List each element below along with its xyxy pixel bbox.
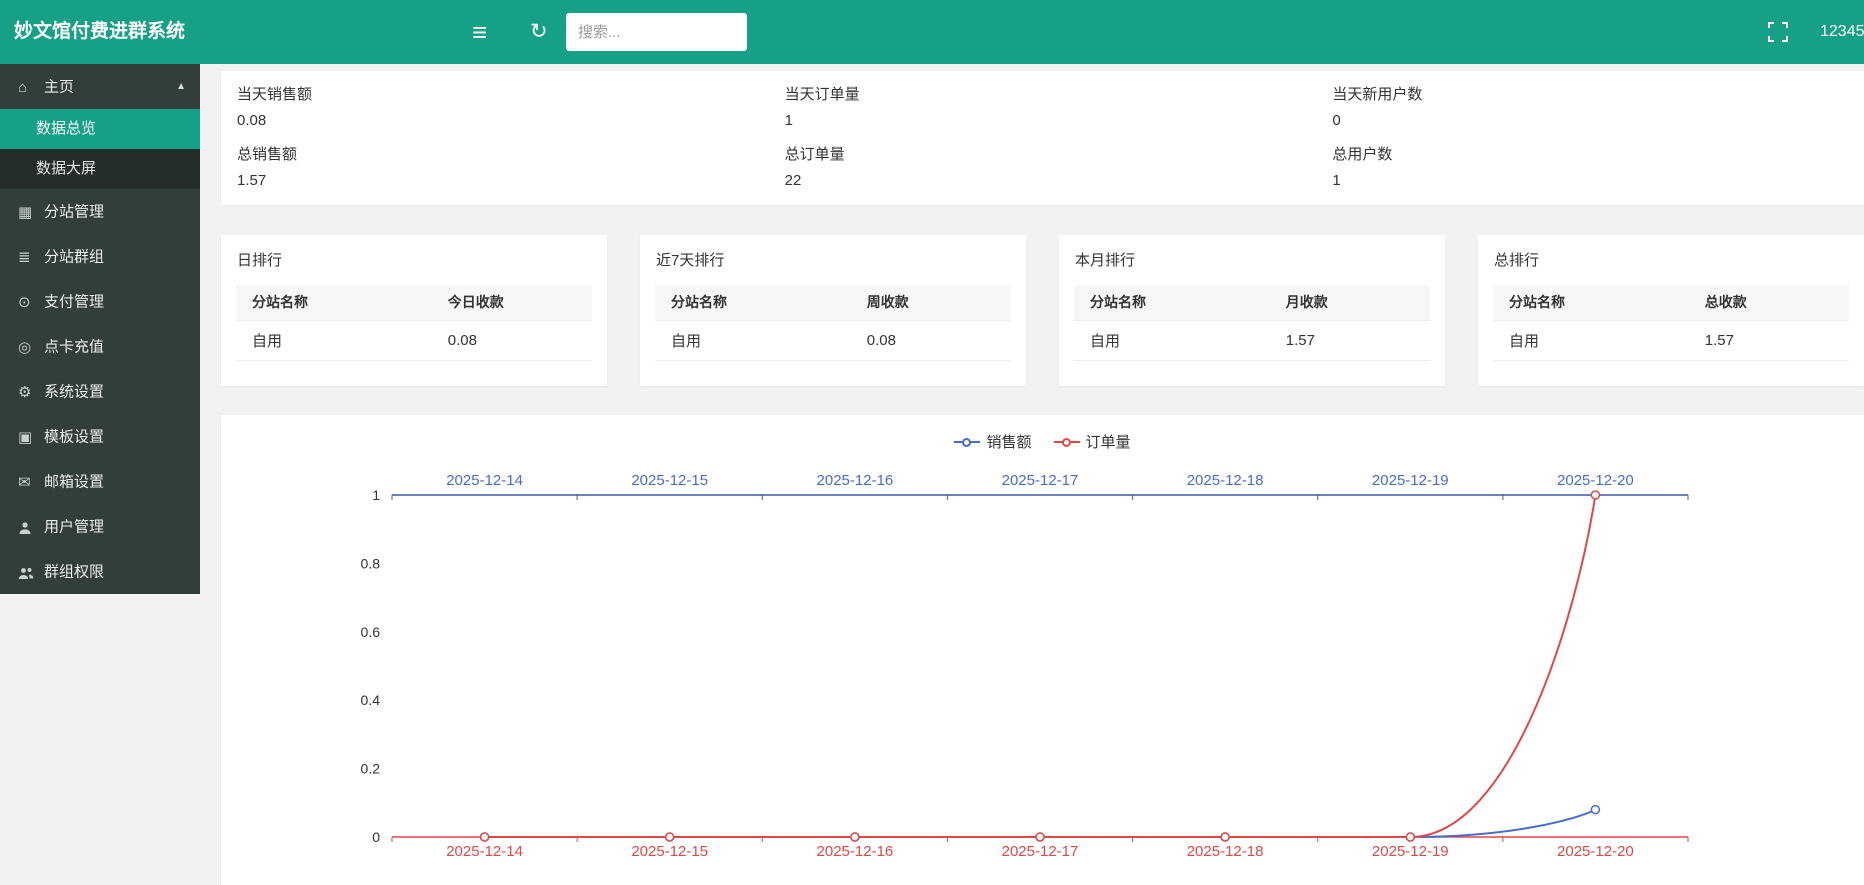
stats-summary-card: 当天销售额 0.08 当天订单量 1 当天新用户数 0 总销售额 1.57 总订… [221,71,1864,205]
mail-icon: ✉ [18,460,44,505]
legend-item-0[interactable]: 销售额 [954,431,1031,452]
table-row[interactable]: 自用0.08 [655,320,1011,360]
sidebar-item-user-management[interactable]: 用户管理 [0,504,200,549]
svg-text:2025-12-17: 2025-12-17 [1002,843,1079,860]
svg-text:2025-12-18: 2025-12-18 [1187,843,1264,860]
svg-text:0: 0 [372,829,380,845]
ranking-row: 日排行 分站名称今日收款 自用0.08 近7天排行 分站名称周收款 自用0.08… [221,235,1864,386]
sales-orders-chart-card: 销售额 订单量 0 0.2 0.4 0.6 0.8 1 2025-12-14 2025-12-1… [221,415,1864,885]
username[interactable]: 12345 [1820,0,1864,64]
group-list-icon: ≣ [18,235,44,280]
menu-toggle-icon[interactable]: ≡ [472,0,487,64]
chart-legend: 销售额 订单量 [221,431,1864,452]
card-recharge-icon: ◎ [18,325,44,370]
ranking-table-daily: 分站名称今日收款 自用0.08 [236,285,592,361]
sidebar-item-substation-groups[interactable]: ≣分站群组 [0,234,200,279]
ranking-card-daily: 日排行 分站名称今日收款 自用0.08 [221,235,607,386]
svg-text:0.6: 0.6 [361,624,381,640]
stat-total-sales: 总销售额 1.57 [221,146,769,190]
legend-marker-icon [1054,441,1080,443]
chevron-up-icon: ▲ [176,64,186,109]
main-content: 当天销售额 0.08 当天订单量 1 当天新用户数 0 总销售额 1.57 总订… [221,71,1864,885]
app-title: 妙文馆付费进群系统 [14,0,185,64]
table-row[interactable]: 自用1.57 [1493,320,1849,360]
stat-today-sales: 当天销售额 0.08 [221,86,769,130]
ranking-table-total: 分站名称总收款 自用1.57 [1493,285,1849,361]
refresh-icon[interactable]: ↻ [530,0,548,64]
svg-text:2025-12-15: 2025-12-15 [631,472,708,489]
svg-text:2025-12-16: 2025-12-16 [817,472,894,489]
payment-icon: ⊙ [18,280,44,325]
svg-text:1: 1 [372,487,380,503]
sidebar-item-data-overview[interactable]: 数据总览 [0,109,200,149]
svg-text:0.2: 0.2 [361,761,381,777]
svg-text:2025-12-18: 2025-12-18 [1187,472,1264,489]
sidebar-submenu-home: 数据总览 数据大屏 [0,109,200,189]
svg-text:2025-12-15: 2025-12-15 [631,843,708,860]
sidebar-item-data-screen[interactable]: 数据大屏 [0,149,200,189]
search-input[interactable] [566,13,747,51]
top-header: 妙文馆付费进群系统 ≡ ↻ 12345 [0,0,1864,64]
template-icon: ▣ [18,415,44,460]
svg-text:2025-12-17: 2025-12-17 [1002,472,1079,489]
ranking-table-month: 分站名称月收款 自用1.57 [1074,285,1430,361]
sidebar-item-home[interactable]: ⌂主页 ▲ [0,64,200,109]
sidebar-item-substation-management[interactable]: ▦分站管理 [0,189,200,234]
sidebar-item-group-permissions[interactable]: 群组权限 [0,549,200,594]
svg-text:0.4: 0.4 [361,692,381,708]
svg-text:2025-12-16: 2025-12-16 [817,843,894,860]
table-row[interactable]: 自用1.57 [1074,320,1430,360]
svg-text:2025-12-14: 2025-12-14 [446,472,523,489]
legend-marker-icon [954,441,980,443]
svg-text:2025-12-19: 2025-12-19 [1372,843,1449,860]
sidebar-item-mail-settings[interactable]: ✉邮箱设置 [0,459,200,504]
stat-today-new-users: 当天新用户数 0 [1316,86,1864,130]
svg-text:0.8: 0.8 [361,555,381,571]
fullscreen-icon[interactable] [1768,22,1788,42]
svg-text:2025-12-14: 2025-12-14 [446,843,523,860]
users-icon [18,550,44,595]
sidebar-item-template-settings[interactable]: ▣模板设置 [0,414,200,459]
stat-total-users: 总用户数 1 [1316,146,1864,190]
home-icon: ⌂ [18,65,44,110]
legend-item-1[interactable]: 订单量 [1054,431,1131,452]
user-icon [18,505,44,550]
table-row[interactable]: 自用0.08 [236,320,592,360]
sales-orders-chart: 0 0.2 0.4 0.6 0.8 1 2025-12-14 2025-12-15 2025-1… [221,415,1864,885]
substation-icon: ▦ [18,190,44,235]
sidebar: ⌂主页 ▲ 数据总览 数据大屏 ▦分站管理 ≣分站群组 ⊙支付管理 ◎点卡充值 … [0,64,200,594]
svg-text:2025-12-20: 2025-12-20 [1557,843,1634,860]
stat-today-orders: 当天订单量 1 [769,86,1317,130]
stat-total-orders: 总订单量 22 [769,146,1317,190]
ranking-card-total: 总排行 分站名称总收款 自用1.57 [1478,235,1864,386]
sidebar-item-system-settings[interactable]: ⚙系统设置 [0,369,200,414]
gear-icon: ⚙ [18,370,44,415]
ranking-table-7days: 分站名称周收款 自用0.08 [655,285,1011,361]
ranking-card-7days: 近7天排行 分站名称周收款 自用0.08 [640,235,1026,386]
svg-text:2025-12-19: 2025-12-19 [1372,472,1449,489]
sidebar-item-payment-management[interactable]: ⊙支付管理 [0,279,200,324]
svg-text:2025-12-20: 2025-12-20 [1557,472,1634,489]
sidebar-item-card-recharge[interactable]: ◎点卡充值 [0,324,200,369]
ranking-card-month: 本月排行 分站名称月收款 自用1.57 [1059,235,1445,386]
